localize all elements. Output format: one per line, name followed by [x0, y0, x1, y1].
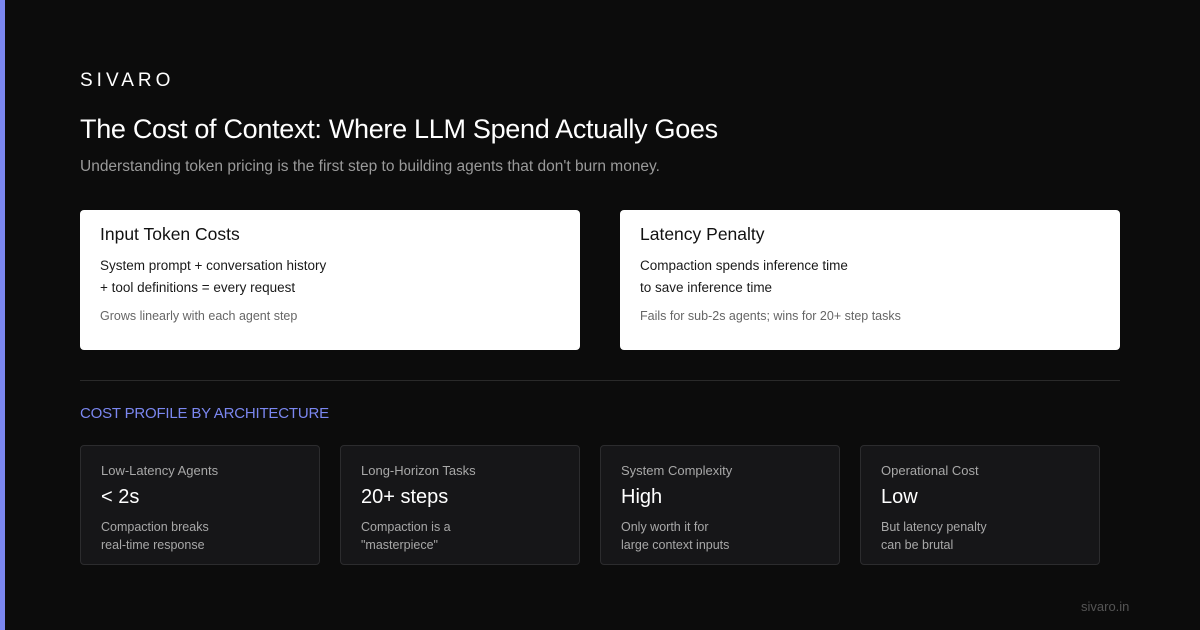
- card-title: Input Token Costs: [100, 224, 240, 244]
- stat-description: Only worth it for large context inputs: [621, 520, 730, 552]
- stat-card-long-horizon: Long-Horizon Tasks 20+ steps Compaction …: [340, 445, 580, 565]
- card-title: Latency Penalty: [640, 224, 765, 244]
- stat-card-system-complexity: System Complexity High Only worth it for…: [600, 445, 840, 565]
- card-body-line: to save inference time: [640, 280, 773, 295]
- footer-url: sivaro.in: [1081, 599, 1130, 614]
- stat-label: Long-Horizon Tasks: [361, 463, 476, 478]
- card-note: Fails for sub-2s agents; wins for 20+ st…: [640, 309, 901, 323]
- stat-description: Compaction breaks real-time response: [101, 520, 209, 552]
- stat-value: < 2s: [101, 486, 140, 508]
- stat-description: But latency penalty can be brutal: [881, 520, 987, 552]
- stat-label: Low-Latency Agents: [101, 463, 219, 478]
- card-body-line: System prompt + conversation history: [100, 258, 327, 273]
- stat-label: Operational Cost: [881, 463, 979, 478]
- page-title: The Cost of Context: Where LLM Spend Act…: [80, 114, 718, 144]
- stat-card-low-latency: Low-Latency Agents < 2s Compaction break…: [80, 445, 320, 565]
- stat-description: Compaction is a "masterpiece": [361, 520, 451, 552]
- stat-value: Low: [881, 486, 918, 508]
- brand-logo: SIVARO: [80, 70, 175, 91]
- stat-label: System Complexity: [621, 463, 733, 478]
- accent-bar: [0, 0, 5, 630]
- card-body-line: Compaction spends inference time: [640, 258, 848, 273]
- page-subtitle: Understanding token pricing is the first…: [80, 158, 660, 175]
- stat-value: High: [621, 486, 663, 508]
- stat-value: 20+ steps: [361, 486, 449, 508]
- card-body: System prompt + conversation history + t…: [100, 255, 560, 299]
- card-latency-penalty: Latency Penalty Compaction spends infere…: [620, 210, 1120, 350]
- stat-card-operational-cost: Operational Cost Low But latency penalty…: [860, 445, 1100, 565]
- card-body-line: + tool definitions = every request: [100, 280, 296, 295]
- section-divider: [80, 380, 1120, 381]
- card-note: Grows linearly with each agent step: [100, 309, 298, 323]
- card-input-token-costs: Input Token Costs System prompt + conver…: [80, 210, 580, 350]
- card-body: Compaction spends inference time to save…: [640, 255, 1100, 299]
- section-label: COST PROFILE BY ARCHITECTURE: [80, 405, 329, 422]
